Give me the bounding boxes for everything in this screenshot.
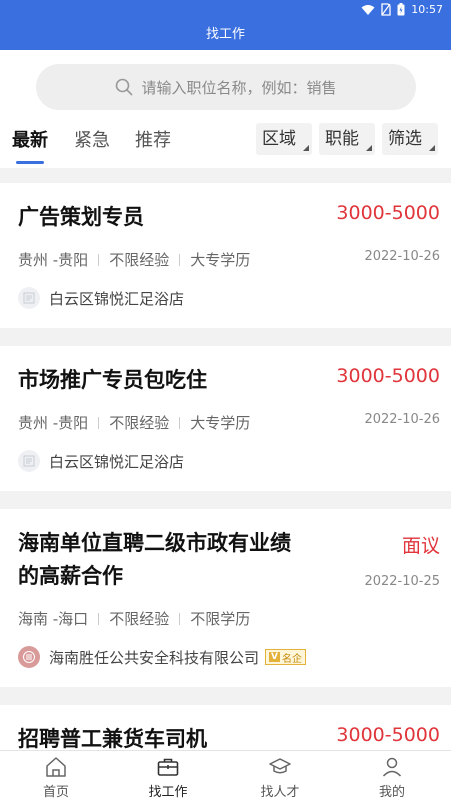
- job-education: 大专学历: [190, 414, 251, 432]
- job-card[interactable]: 招聘普工兼货车司机 3000-5000: [0, 705, 451, 750]
- job-title: 市场推广专员包吃住: [18, 368, 207, 392]
- filter-region[interactable]: 区域: [256, 123, 312, 155]
- status-bar: 10:57: [0, 0, 451, 20]
- filter-function[interactable]: 职能: [319, 123, 375, 155]
- filter-region-label: 区域: [262, 129, 296, 149]
- title-bar: 找工作: [0, 20, 451, 50]
- job-meta: 海南 -海口 不限经验 不限学历: [18, 608, 250, 629]
- user-icon: [382, 757, 402, 777]
- tab-latest[interactable]: 最新: [12, 126, 48, 152]
- nav-find-job[interactable]: 找工作: [128, 755, 208, 800]
- briefcase-icon: [157, 758, 179, 776]
- no-sim-icon: [381, 3, 391, 16]
- job-education: 大专学历: [190, 251, 251, 269]
- company-logo-icon: [18, 287, 40, 309]
- filter-function-label: 职能: [325, 129, 359, 149]
- bottom-nav: 首页 找工作 找人才 我的: [0, 750, 451, 803]
- job-list: 广告策划专员 3000-5000 2022-10-26 贵州 -贵阳 不限经验 …: [0, 168, 451, 750]
- dropdown-triangle-icon: [366, 145, 372, 151]
- nav-mine[interactable]: 我的: [352, 755, 432, 800]
- job-meta: 贵州 -贵阳 不限经验 大专学历: [18, 249, 250, 270]
- job-education: 不限学历: [190, 610, 251, 628]
- battery-icon: [397, 3, 405, 16]
- job-salary: 3000-5000: [336, 724, 440, 746]
- job-experience: 不限经验: [109, 610, 170, 628]
- job-card[interactable]: 广告策划专员 3000-5000 2022-10-26 贵州 -贵阳 不限经验 …: [0, 183, 451, 328]
- job-date: 2022-10-25: [364, 574, 440, 589]
- job-title: 广告策划专员: [18, 205, 144, 229]
- tab-bar: 最新 紧急 推荐 区域 职能 筛选: [0, 118, 451, 168]
- status-time: 10:57: [411, 3, 443, 16]
- dropdown-triangle-icon: [429, 145, 435, 151]
- job-experience: 不限经验: [109, 414, 170, 432]
- company-logo-icon: [18, 646, 40, 668]
- tab-recommended[interactable]: 推荐: [135, 126, 171, 152]
- job-meta: 贵州 -贵阳 不限经验 大专学历: [18, 412, 250, 433]
- wifi-icon: [361, 4, 375, 15]
- job-company: 白云区锦悦汇足浴店: [18, 287, 184, 309]
- graduation-cap-icon: [269, 758, 291, 774]
- nav-mine-label: 我的: [378, 785, 405, 800]
- job-card[interactable]: 海南单位直聘二级市政有业绩的高薪合作 面议 2022-10-25 海南 -海口 …: [0, 509, 451, 687]
- job-date: 2022-10-26: [364, 412, 440, 427]
- job-title: 海南单位直聘二级市政有业绩的高薪合作: [18, 531, 291, 588]
- job-salary: 面议: [401, 535, 440, 557]
- dropdown-triangle-icon: [303, 145, 309, 151]
- home-icon: [46, 757, 66, 777]
- badge-label: 名企: [281, 653, 302, 665]
- job-title: 招聘普工兼货车司机: [18, 727, 207, 750]
- job-company: 白云区锦悦汇足浴店: [18, 450, 184, 472]
- search-input[interactable]: 请输入职位名称，例如：销售: [36, 64, 416, 110]
- job-salary: 3000-5000: [336, 202, 440, 224]
- status-icons: 10:57: [361, 3, 443, 16]
- active-tab-indicator: [16, 161, 44, 164]
- nav-find-talent[interactable]: 找人才: [240, 755, 320, 800]
- job-experience: 不限经验: [109, 251, 170, 269]
- nav-find-talent-label: 找人才: [260, 785, 300, 800]
- tab-urgent[interactable]: 紧急: [74, 126, 110, 152]
- job-card[interactable]: 市场推广专员包吃住 3000-5000 2022-10-26 贵州 -贵阳 不限…: [0, 346, 451, 491]
- nav-home[interactable]: 首页: [16, 755, 96, 800]
- company-logo-icon: [18, 450, 40, 472]
- job-salary: 3000-5000: [336, 365, 440, 387]
- verified-icon: V: [269, 652, 280, 662]
- job-location: 贵州 -贵阳: [18, 414, 89, 432]
- company-name: 海南胜任公共安全科技有限公司: [49, 648, 260, 667]
- nav-home-label: 首页: [42, 785, 69, 800]
- search-placeholder: 请输入职位名称，例如：销售: [141, 78, 337, 97]
- job-date: 2022-10-26: [364, 249, 440, 264]
- page-title: 找工作: [205, 27, 245, 42]
- verified-badge: V 名企: [265, 649, 306, 665]
- job-location: 贵州 -贵阳: [18, 251, 89, 269]
- nav-find-job-label: 找工作: [148, 785, 188, 800]
- search-area: 请输入职位名称，例如：销售: [0, 50, 451, 118]
- job-location: 海南 -海口: [18, 610, 89, 628]
- search-icon: [116, 78, 133, 96]
- filter-more-label: 筛选: [388, 129, 422, 149]
- company-name: 白云区锦悦汇足浴店: [49, 289, 185, 308]
- job-company: 海南胜任公共安全科技有限公司 V 名企: [18, 646, 306, 668]
- company-name: 白云区锦悦汇足浴店: [49, 452, 185, 471]
- filter-more[interactable]: 筛选: [382, 123, 438, 155]
